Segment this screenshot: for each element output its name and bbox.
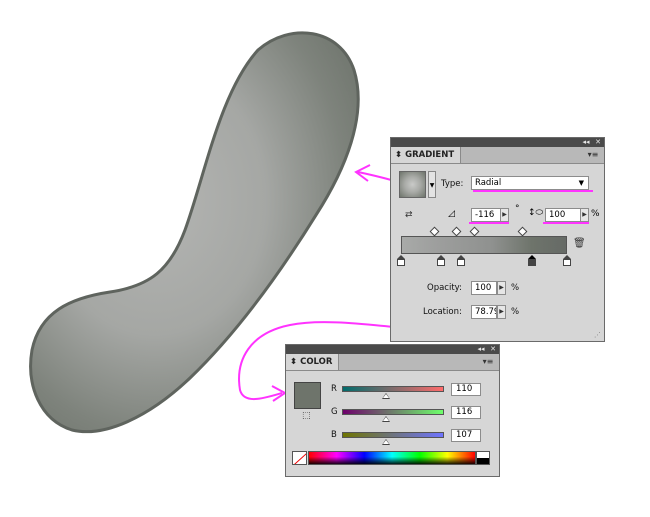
reverse-gradient-icon[interactable]: ⇄ bbox=[405, 208, 421, 222]
color-panel-titlebar[interactable]: ◂◂ ✕ bbox=[286, 345, 499, 354]
color-panel: ◂◂ ✕ ⬍ COLOR ▾≡ ⬚ R 110 G 116 B 107 bbox=[285, 344, 500, 477]
opacity-field[interactable]: 100 bbox=[471, 281, 497, 295]
percent-symbol: % bbox=[591, 209, 600, 219]
b-slider-thumb[interactable] bbox=[382, 439, 390, 445]
gradient-panel-titlebar[interactable]: ◂◂ ✕ bbox=[391, 138, 604, 147]
type-underline bbox=[473, 190, 593, 192]
gradient-slider-bar[interactable] bbox=[401, 236, 567, 254]
r-slider-thumb[interactable] bbox=[382, 393, 390, 399]
angle-icon: ◿ bbox=[448, 209, 455, 219]
type-label: Type: bbox=[441, 179, 464, 189]
aspect-field[interactable]: 100 bbox=[545, 208, 581, 222]
close-icon[interactable]: ✕ bbox=[487, 345, 499, 354]
g-value-field[interactable]: 116 bbox=[451, 406, 481, 419]
none-swatch[interactable] bbox=[292, 451, 307, 465]
degree-symbol: ° bbox=[515, 204, 520, 214]
double-arrow-icon[interactable]: ◂◂ bbox=[580, 138, 592, 147]
swatch-dropdown-icon[interactable]: ▼ bbox=[428, 171, 436, 198]
gradient-swatch[interactable] bbox=[399, 171, 426, 198]
gradient-stop[interactable] bbox=[436, 255, 445, 266]
location-label: Location: bbox=[423, 307, 462, 317]
angle-underline bbox=[469, 222, 509, 224]
gradient-stop[interactable] bbox=[397, 255, 405, 266]
r-label: R bbox=[331, 384, 337, 394]
g-slider[interactable] bbox=[342, 409, 444, 415]
fill-color-swatch[interactable] bbox=[294, 382, 321, 409]
white-black-swatch[interactable] bbox=[476, 451, 490, 465]
chevron-down-icon: ▼ bbox=[578, 179, 584, 187]
gradient-tab-row: ⬍ GRADIENT ▾≡ bbox=[391, 147, 604, 164]
angle-field[interactable]: -116 bbox=[471, 208, 501, 222]
b-slider[interactable] bbox=[342, 432, 444, 438]
gradient-midpoint[interactable] bbox=[469, 226, 480, 237]
out-of-gamut-icon[interactable]: ⬚ bbox=[302, 411, 311, 421]
opacity-label: Opacity: bbox=[427, 283, 462, 293]
gradient-panel: ◂◂ ✕ ⬍ GRADIENT ▾≡ ▼ Type: Radial ▼ ⇄ ◿ … bbox=[390, 137, 605, 342]
aspect-ratio-icon: ↕⬭ bbox=[528, 208, 544, 218]
b-label: B bbox=[331, 430, 337, 440]
b-value-field[interactable]: 107 bbox=[451, 429, 481, 442]
opacity-percent: % bbox=[511, 283, 520, 293]
gradient-stop[interactable] bbox=[563, 255, 571, 266]
tab-updown-icon: ⬍ bbox=[395, 150, 403, 160]
double-arrow-icon[interactable]: ◂◂ bbox=[475, 345, 487, 354]
r-value-field[interactable]: 110 bbox=[451, 383, 481, 396]
delete-stop-icon[interactable]: 🗑 bbox=[573, 238, 586, 249]
color-tab-row: ⬍ COLOR ▾≡ bbox=[286, 354, 499, 371]
gradient-midpoint[interactable] bbox=[429, 226, 440, 237]
gradient-stop[interactable] bbox=[528, 255, 537, 266]
r-slider[interactable] bbox=[342, 386, 444, 392]
gradient-midpoint[interactable] bbox=[517, 226, 528, 237]
location-stepper[interactable]: ▶ bbox=[497, 305, 506, 319]
close-icon[interactable]: ✕ bbox=[592, 138, 604, 147]
g-label: G bbox=[331, 407, 338, 417]
g-slider-thumb[interactable] bbox=[382, 416, 390, 422]
panel-menu-icon[interactable]: ▾≡ bbox=[481, 356, 495, 367]
opacity-stepper[interactable]: ▶ bbox=[497, 281, 506, 295]
type-select[interactable]: Radial ▼ bbox=[471, 176, 589, 190]
tab-color[interactable]: ⬍ COLOR bbox=[286, 354, 340, 370]
tab-updown-icon: ⬍ bbox=[290, 357, 298, 367]
angle-stepper[interactable]: ▶ bbox=[500, 208, 509, 222]
gradient-midpoint[interactable] bbox=[451, 226, 462, 237]
color-spectrum[interactable] bbox=[308, 451, 476, 465]
tab-gradient[interactable]: ⬍ GRADIENT bbox=[391, 147, 462, 163]
location-field[interactable]: 78.79 bbox=[471, 305, 497, 319]
aspect-underline bbox=[543, 222, 589, 224]
panel-menu-icon[interactable]: ▾≡ bbox=[586, 149, 600, 160]
aspect-stepper[interactable]: ▶ bbox=[580, 208, 589, 222]
resize-grip-icon[interactable]: ⋰ bbox=[594, 331, 601, 339]
gradient-stop[interactable] bbox=[456, 255, 465, 266]
location-percent: % bbox=[511, 307, 520, 317]
